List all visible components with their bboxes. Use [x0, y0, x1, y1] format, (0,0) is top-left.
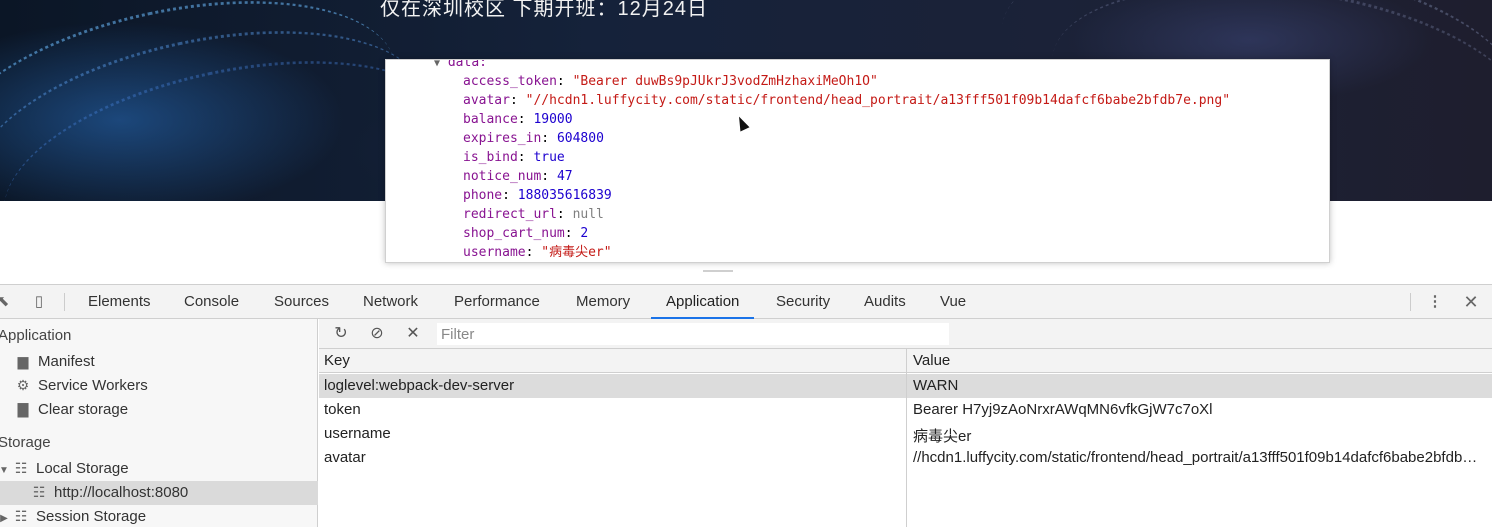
- table-icon: ☷: [14, 508, 28, 524]
- tab-performance[interactable]: Performance: [454, 285, 540, 319]
- devtools-panel: ⬉ ▯ Elements Console Sources Network Per…: [0, 284, 1492, 527]
- sidebar-item-session-storage[interactable]: ▶ ☷ Session Storage: [0, 505, 146, 527]
- gear-icon: ⚙: [16, 377, 30, 393]
- expand-triangle-icon[interactable]: ▼: [434, 60, 440, 69]
- section-header-storage: Storage: [0, 434, 51, 451]
- json-entry: is_bind: true: [463, 150, 565, 165]
- column-header-key[interactable]: Key: [324, 352, 899, 369]
- row-key: token: [324, 401, 361, 418]
- expand-triangle-icon[interactable]: ▼: [0, 460, 10, 482]
- sidebar-item-clear-storage[interactable]: ▇ Clear storage: [14, 398, 128, 420]
- tab-network[interactable]: Network: [363, 285, 418, 319]
- filter-input[interactable]: [437, 323, 949, 345]
- json-entry: shop_cart_num: 2: [463, 226, 589, 241]
- application-sidebar: Application ▆ Manifest ⚙ Service Workers ▇…: [0, 319, 318, 527]
- trash-icon: ▇: [17, 401, 29, 417]
- json-entry: avatar: "//hcdn1.luffycity.com/static/fr…: [463, 93, 1231, 108]
- tab-audits[interactable]: Audits: [864, 285, 906, 319]
- section-header-application: Application: [0, 327, 72, 344]
- tab-vue[interactable]: Vue: [940, 285, 966, 319]
- row-value: 病毒尖er: [913, 428, 972, 445]
- tab-application[interactable]: Application: [651, 285, 755, 319]
- table-icon: ☷: [14, 460, 28, 476]
- file-icon: ▆: [17, 353, 29, 369]
- tab-security[interactable]: Security: [776, 285, 830, 319]
- json-entry: phone: 188035616839: [463, 188, 612, 203]
- row-value: //hcdn1.luffycity.com/static/frontend/he…: [913, 449, 1485, 466]
- tab-sources[interactable]: Sources: [274, 285, 329, 319]
- row-value: WARN: [913, 377, 959, 394]
- json-entry: username: "病毒尖er": [463, 245, 612, 260]
- tab-memory[interactable]: Memory: [576, 285, 630, 319]
- devtools-tabbar: ⬉ ▯ Elements Console Sources Network Per…: [0, 285, 1492, 319]
- clear-all-icon[interactable]: ⊘: [367, 324, 387, 344]
- local-storage-table: Key Value loglevel:webpack-dev-server WA…: [319, 349, 1492, 527]
- table-icon: ☷: [32, 484, 46, 500]
- sidebar-item-manifest[interactable]: ▆ Manifest: [14, 350, 95, 372]
- json-preview-popover: ▼ data: access_token: "Bearer duwBs9pJUk…: [385, 59, 1330, 263]
- row-key: avatar: [324, 449, 366, 466]
- json-entry: access_token: "Bearer duwBs9pJUkrJ3vodZm…: [463, 74, 878, 89]
- data-node-label: data:: [447, 59, 487, 70]
- toolbar-divider: [64, 293, 65, 311]
- json-entry: notice_num: 47: [463, 169, 573, 184]
- storage-view: ↻ ⊘ ✕ Key Value loglevel:webpack-dev-ser…: [319, 319, 1492, 527]
- storage-toolbar: ↻ ⊘ ✕: [319, 319, 1492, 349]
- sidebar-item-local-storage[interactable]: ▼ ☷ Local Storage: [0, 457, 129, 479]
- column-resize-divider[interactable]: [906, 349, 907, 527]
- more-options-icon[interactable]: ⋮: [1426, 293, 1444, 311]
- json-entry: balance: 19000: [463, 112, 573, 127]
- toolbar-divider: [1410, 293, 1411, 311]
- delete-icon[interactable]: ✕: [403, 324, 423, 344]
- webpage-viewport: 仅在深圳校区 下期开班：12月24日 ▼ data: access_token:…: [0, 0, 1492, 265]
- tab-console[interactable]: Console: [184, 285, 239, 319]
- refresh-icon[interactable]: ↻: [331, 324, 351, 344]
- sidebar-item-localhost-8080[interactable]: ☷ http://localhost:8080: [30, 481, 189, 503]
- json-entry: expires_in: 604800: [463, 131, 604, 146]
- data-node[interactable]: ▼ data:: [434, 59, 487, 73]
- inspect-element-icon[interactable]: ⬉: [0, 293, 12, 311]
- device-toolbar-icon[interactable]: ▯: [30, 293, 48, 311]
- tab-elements[interactable]: Elements: [88, 285, 151, 319]
- banner-headline: 仅在深圳校区 下期开班：12月24日: [380, 0, 709, 20]
- collapse-triangle-icon[interactable]: ▶: [0, 508, 10, 530]
- row-key: loglevel:webpack-dev-server: [324, 377, 515, 394]
- column-header-value[interactable]: Value: [913, 352, 1485, 369]
- close-devtools-icon[interactable]: ✕: [1462, 293, 1480, 311]
- sidebar-item-service-workers[interactable]: ⚙ Service Workers: [14, 374, 148, 396]
- json-entry: redirect_url: null: [463, 207, 604, 222]
- row-value: Bearer H7yj9zAoNrxrAWqMN6vfkGjW7c7oXl: [913, 401, 1213, 418]
- devtools-resize-handle[interactable]: [703, 270, 733, 272]
- row-key: username: [324, 425, 391, 442]
